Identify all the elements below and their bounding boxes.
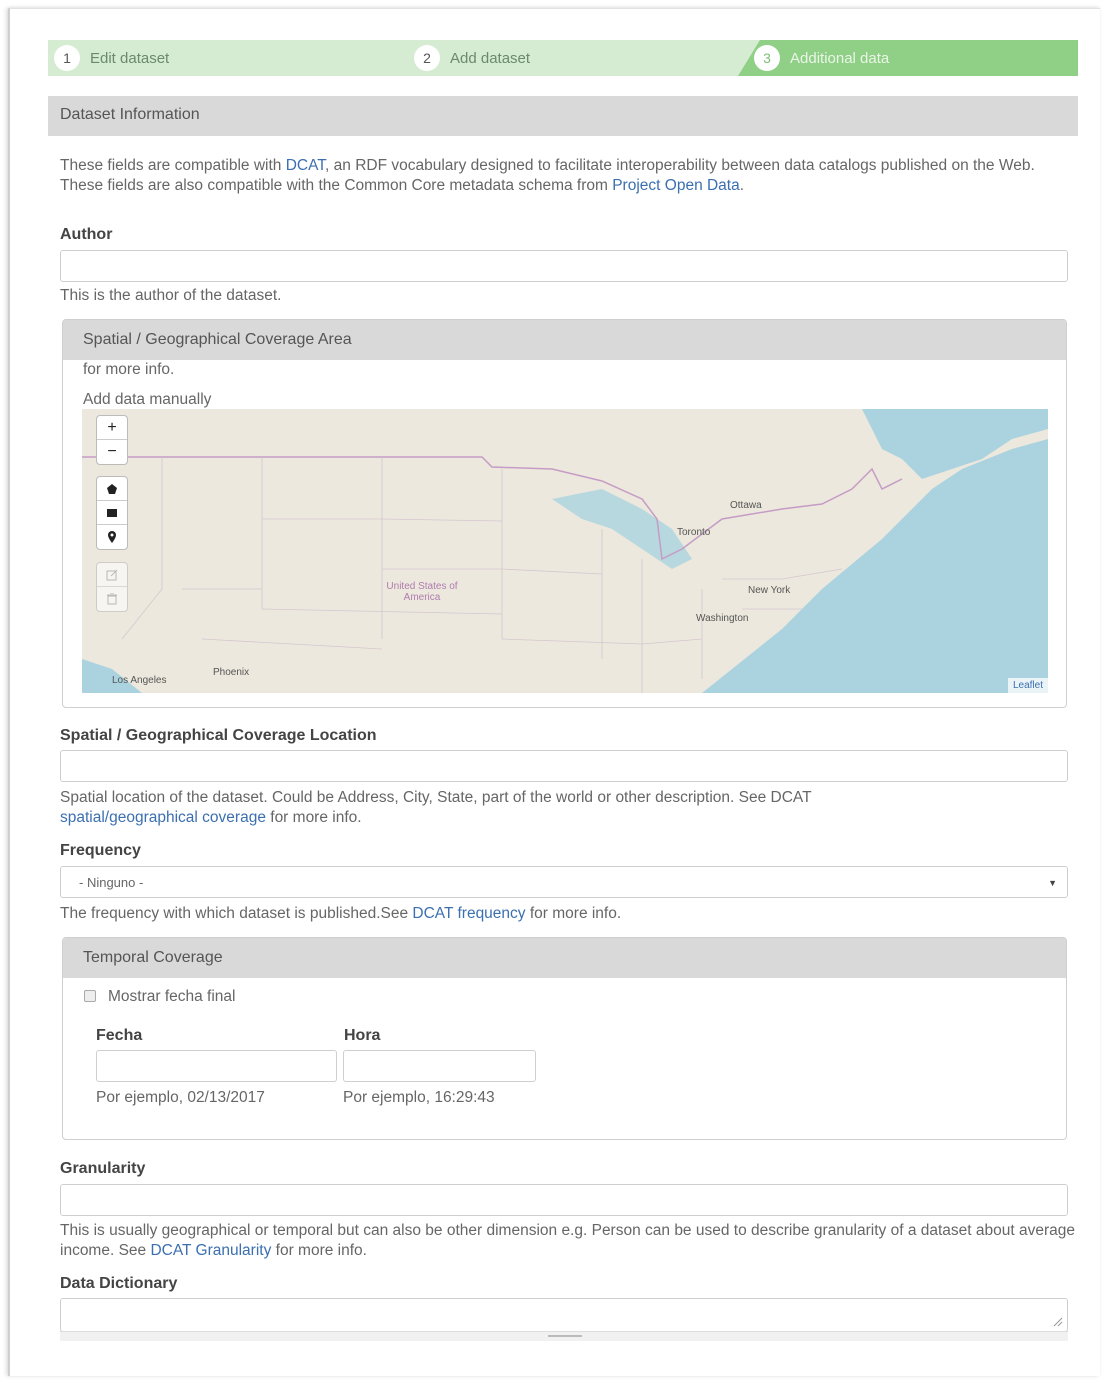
step-add-dataset[interactable]: 2 Add dataset <box>398 40 798 76</box>
zoom-out-button[interactable]: − <box>97 440 127 464</box>
add-data-manually[interactable]: Add data manually <box>83 390 211 410</box>
spatial-location-label: Spatial / Geographical Coverage Location <box>60 727 377 744</box>
intro-part: . <box>739 177 745 194</box>
map-city: New York <box>748 585 791 596</box>
textarea-grip[interactable] <box>60 1331 1068 1341</box>
step-number: 1 <box>54 45 80 71</box>
help-text: for more info. <box>271 1242 367 1259</box>
dropdown-arrow-icon: ▼ <box>1048 878 1057 888</box>
frequency-select[interactable]: - Ninguno - ▼ <box>60 866 1068 898</box>
section-header: Dataset Information <box>48 96 1078 136</box>
grip-line <box>548 1335 582 1337</box>
date-input[interactable] <box>96 1050 337 1082</box>
time-example: Por ejemplo, 16:29:43 <box>343 1089 495 1106</box>
help-text: The frequency with which dataset is publ… <box>60 905 413 922</box>
zoom-control: + − <box>96 415 128 465</box>
spatial-area-note: for more info. <box>83 361 175 378</box>
show-end-date-checkbox[interactable] <box>84 990 96 1002</box>
step-number: 3 <box>754 45 780 71</box>
frequency-help: The frequency with which dataset is publ… <box>60 904 621 924</box>
map-country: United States of America <box>386 581 458 603</box>
map-city: Washington <box>696 613 749 624</box>
intro-part: These fields are compatible with <box>60 157 286 174</box>
date-example: Por ejemplo, 02/13/2017 <box>96 1089 265 1106</box>
wizard-stepper: 1 Edit dataset 2 Add dataset 3 Additiona… <box>48 40 1078 76</box>
leaflet-attribution[interactable]: Leaflet <box>1007 678 1048 693</box>
step-edit-dataset[interactable]: 1 Edit dataset <box>48 40 418 76</box>
coverage-map[interactable]: Ottawa Toronto New York Washington Los A… <box>82 409 1048 693</box>
time-input[interactable] <box>343 1050 536 1082</box>
dcat-frequency-link[interactable]: DCAT frequency <box>412 905 525 922</box>
map-city: Ottawa <box>730 500 762 511</box>
step-label: Additional data <box>790 49 890 67</box>
spatial-location-help: Spatial location of the dataset. Could b… <box>60 788 1075 828</box>
map-city: Toronto <box>677 527 711 538</box>
dcat-link[interactable]: DCAT <box>286 157 325 174</box>
intro-text: These fields are compatible with DCAT, a… <box>60 156 1060 196</box>
data-dictionary-textarea[interactable] <box>60 1298 1068 1332</box>
granularity-label: Granularity <box>60 1160 146 1177</box>
draw-toolbar <box>96 476 128 550</box>
help-text: for more info. <box>525 905 622 922</box>
rectangle-draw-icon[interactable] <box>97 501 127 525</box>
spatial-coverage-link[interactable]: spatial/geographical coverage <box>60 809 266 826</box>
spatial-location-input[interactable] <box>60 750 1068 782</box>
edit-toolbar <box>96 562 128 612</box>
frequency-label: Frequency <box>60 842 141 859</box>
zoom-in-button[interactable]: + <box>97 416 127 440</box>
author-label: Author <box>60 226 113 243</box>
map-city: Phoenix <box>213 667 250 678</box>
marker-draw-icon[interactable] <box>97 525 127 549</box>
resize-handle-icon[interactable] <box>1053 1317 1063 1327</box>
step-number: 2 <box>414 45 440 71</box>
edit-layers-icon[interactable] <box>97 563 127 587</box>
step-label: Add dataset <box>450 49 531 67</box>
granularity-help: This is usually geographical or temporal… <box>60 1221 1075 1261</box>
granularity-input[interactable] <box>60 1184 1068 1216</box>
temporal-coverage-panel: Temporal Coverage <box>62 937 1067 1140</box>
step-additional-data[interactable]: 3 Additional data <box>738 40 1078 76</box>
data-dictionary-label: Data Dictionary <box>60 1275 178 1292</box>
dcat-granularity-link[interactable]: DCAT Granularity <box>150 1242 271 1259</box>
frequency-selected-value: - Ninguno - <box>79 875 144 890</box>
panel-title: Spatial / Geographical Coverage Area <box>63 320 1066 360</box>
step-label: Edit dataset <box>90 49 170 67</box>
polygon-draw-icon[interactable] <box>97 477 127 501</box>
show-end-date-label: Mostrar fecha final <box>108 988 236 1005</box>
panel-title: Temporal Coverage <box>63 938 1066 978</box>
author-input[interactable] <box>60 250 1068 282</box>
date-label: Fecha <box>96 1027 143 1044</box>
map-city: Los Angeles <box>112 675 167 686</box>
project-open-data-link[interactable]: Project Open Data <box>612 177 740 194</box>
delete-layers-icon[interactable] <box>97 587 127 611</box>
map-graphic <box>82 409 1048 693</box>
help-text: Spatial location of the dataset. Could b… <box>60 789 812 806</box>
time-label: Hora <box>344 1027 381 1044</box>
author-help: This is the author of the dataset. <box>60 287 282 304</box>
help-text: for more info. <box>265 809 362 826</box>
